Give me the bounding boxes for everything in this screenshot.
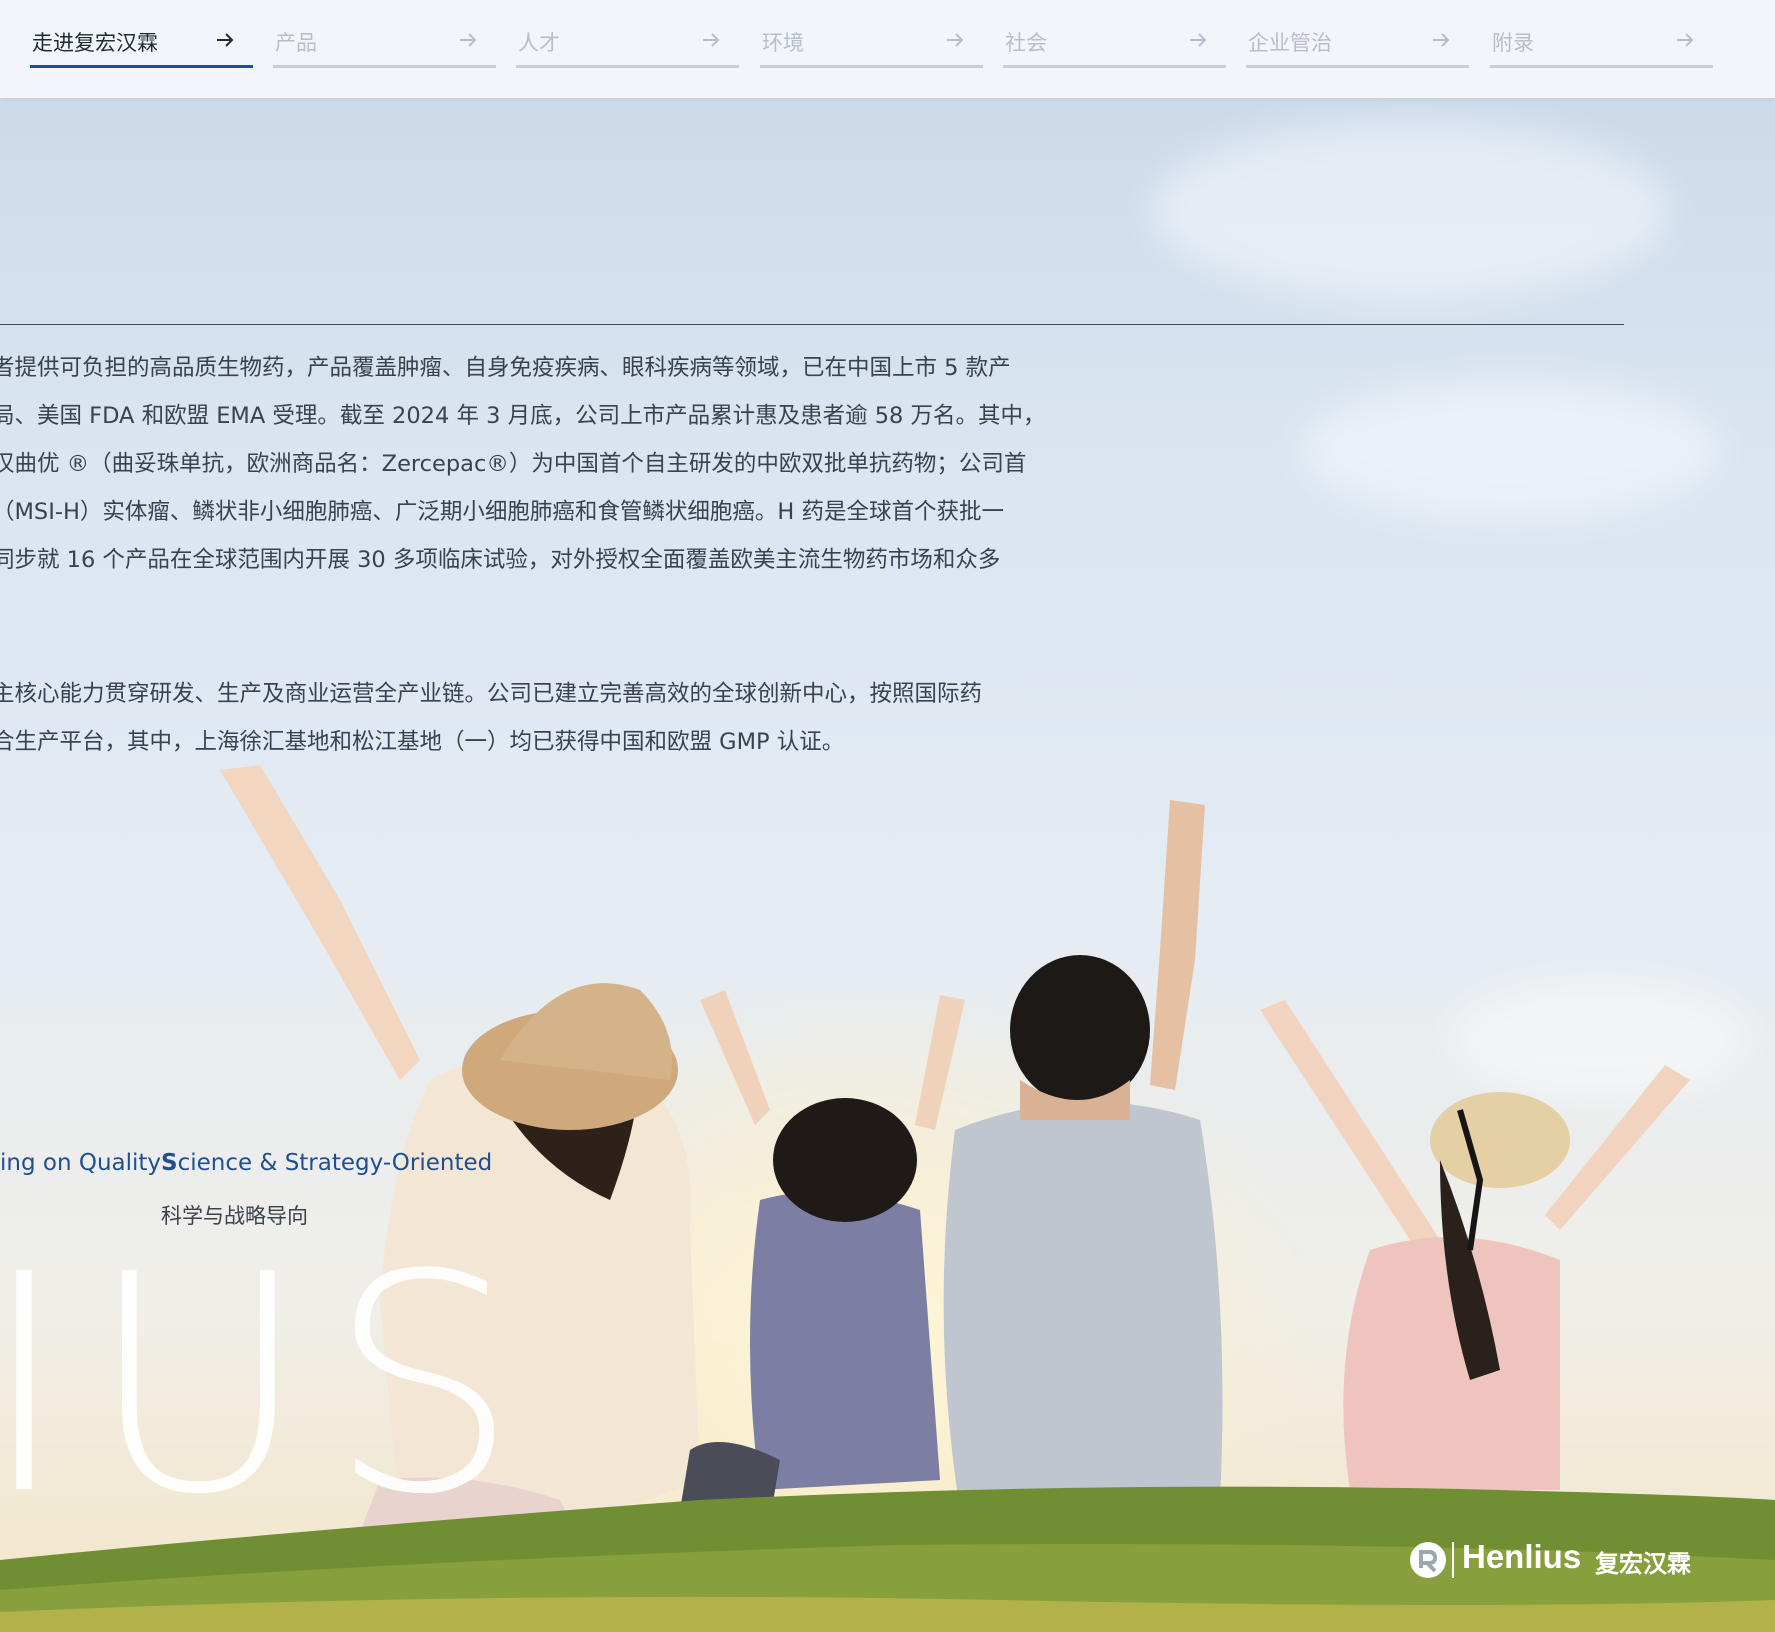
nav-tab-society[interactable]: 社会 bbox=[1003, 24, 1226, 68]
paragraph-line: 合生产平台，其中，上海徐汇基地和松江基地（一）均已获得中国和欧盟 GMP 认证。 bbox=[0, 729, 845, 755]
intro-paragraph-2: 主核心能力贯穿研发、生产及商业运营全产业链。公司已建立完善高效的全球创新中心，按… bbox=[0, 670, 1072, 766]
nav-tab-appendix[interactable]: 附录 bbox=[1490, 24, 1713, 68]
nav-tab-label: 产品 bbox=[275, 31, 317, 55]
intro-paragraph-1: 者提供可负担的高品质生物药，产品覆盖肿瘤、自身免疫疾病、眼科疾病等领域，已在中国… bbox=[0, 344, 1072, 584]
watermark-text: IUS bbox=[0, 1211, 539, 1560]
nav-tab-label: 人才 bbox=[518, 31, 560, 55]
value-quality-en: ing on Quality bbox=[0, 1150, 162, 1176]
nav-tab-label: 企业管治 bbox=[1248, 31, 1332, 55]
arrow-right-icon bbox=[1433, 33, 1450, 47]
father-figure bbox=[943, 800, 1223, 1510]
nav-tab-label: 走进复宏汉霖 bbox=[32, 31, 158, 55]
nav-tab-governance[interactable]: 企业管治 bbox=[1246, 24, 1469, 68]
arrow-right-icon bbox=[460, 33, 477, 47]
arrow-right-icon bbox=[947, 33, 964, 47]
paragraph-line: 者提供可负担的高品质生物药，产品覆盖肿瘤、自身免疫疾病、眼科疾病等领域，已在中国… bbox=[0, 355, 1011, 381]
section-divider bbox=[0, 324, 1624, 325]
paragraph-line: 同步就 16 个产品在全球范围内开展 30 多项临床试验，对外授权全面覆盖欧美主… bbox=[0, 547, 1001, 573]
paragraph-line: 汉曲优 ®（曲妥珠单抗，欧洲商品名：Zercepac®）为中国首个自主研发的中欧… bbox=[0, 451, 1027, 477]
nav-tab-label: 社会 bbox=[1005, 31, 1047, 55]
value-initial-letter: S bbox=[161, 1150, 178, 1176]
nav-tab-label: 环境 bbox=[762, 31, 804, 55]
arrow-right-icon bbox=[1677, 33, 1694, 47]
value-science-en: Science & Strategy-Oriented bbox=[161, 1150, 492, 1176]
brand-separator bbox=[1452, 1542, 1454, 1578]
boy-figure bbox=[680, 990, 965, 1520]
brand-name-en: Henlius bbox=[1462, 1538, 1582, 1575]
arrow-right-icon bbox=[217, 33, 234, 47]
nav-tab-talent[interactable]: 人才 bbox=[516, 24, 739, 68]
nav-tab-environment[interactable]: 环境 bbox=[760, 24, 983, 68]
henlius-logo-icon bbox=[1410, 1542, 1446, 1578]
brand-name-cn: 复宏汉霖 bbox=[1595, 1550, 1691, 1578]
nav-tab-products[interactable]: 产品 bbox=[273, 24, 496, 68]
value-science-en-rest: cience & Strategy-Oriented bbox=[177, 1150, 493, 1176]
paragraph-line: 主核心能力贯穿研发、生产及商业运营全产业链。公司已建立完善高效的全球创新中心，按… bbox=[0, 681, 983, 707]
top-navigation: 走进复宏汉霖 产品 人才 环境 社会 企业管治 附录 bbox=[0, 0, 1775, 98]
arrow-right-icon bbox=[1190, 33, 1207, 47]
paragraph-line: （MSI-H）实体瘤、鳞状非小细胞肺癌、广泛期小细胞肺癌和食管鳞状细胞癌。H 药… bbox=[0, 499, 1004, 525]
arrow-right-icon bbox=[703, 33, 720, 47]
brand-logo: Henlius 复宏汉霖 bbox=[1408, 1538, 1700, 1582]
nav-tab-about[interactable]: 走进复宏汉霖 bbox=[30, 24, 253, 68]
nav-tab-label: 附录 bbox=[1492, 31, 1534, 55]
paragraph-line: 局、美国 FDA 和欧盟 EMA 受理。截至 2024 年 3 月底，公司上市产… bbox=[0, 403, 1046, 429]
girl-figure bbox=[1260, 1000, 1690, 1490]
